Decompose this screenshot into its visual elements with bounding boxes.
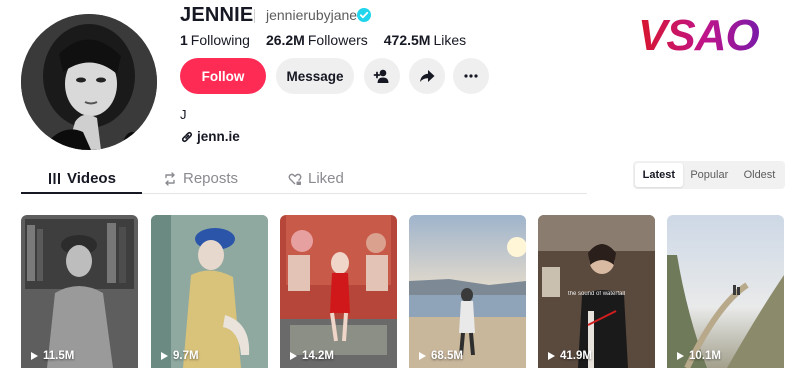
view-count: 11.5M [31,350,74,362]
message-button[interactable]: Message [276,58,354,94]
play-icon [31,352,38,360]
profile-username: JENNIE [180,4,254,26]
tab-reposts[interactable]: Reposts [163,170,238,187]
followers-label: Followers [307,32,368,48]
handle-divider [254,9,255,23]
active-tab-indicator [21,192,142,194]
profile-avatar[interactable] [21,14,157,150]
grid-icon [49,173,60,184]
video-thumbnail-image [667,215,784,368]
view-count-text: 9.7M [173,350,199,362]
tab-reposts-label: Reposts [183,170,239,187]
view-count: 41.9M [548,350,592,362]
video-thumbnail-image [409,215,526,368]
following-stat[interactable]: 1 Following [180,32,250,48]
link-icon [181,131,193,142]
view-count: 10.1M [677,350,721,362]
video-thumbnail[interactable]: 14.2M [280,215,397,368]
view-count-text: 68.5M [431,350,463,362]
suggested-accounts-button[interactable] [364,58,400,94]
play-icon [677,352,684,360]
view-count: 14.2M [290,350,334,362]
view-count-text: 10.1M [689,350,721,362]
play-icon [419,352,426,360]
verified-badge-icon [357,8,371,22]
tab-videos-label: Videos [67,170,116,187]
tab-videos[interactable]: Videos [48,170,116,187]
repost-icon [165,171,175,186]
tab-liked-label: Liked [308,170,344,187]
video-thumbnail-image [280,215,397,368]
profile-tabs: Videos Reposts Liked [21,164,587,194]
sort-latest[interactable]: Latest [635,163,683,187]
profile-bio: J [180,107,187,122]
likes-count: 472.5M [383,32,431,48]
video-thumbnail[interactable]: 11.5M [21,215,138,368]
video-thumbnail[interactable]: 68.5M [409,215,526,368]
add-user-icon [373,69,389,83]
followers-stat[interactable]: 26.2M Followers [266,32,368,48]
profile-link-text: jenn.ie [197,129,240,144]
watermark-text: VSAO [638,11,759,58]
video-thumbnail[interactable]: 10.1M [667,215,784,368]
heart-lock-icon [288,173,302,185]
video-thumbnail-image [151,215,268,368]
video-thumbnail-image [21,215,138,368]
tab-liked[interactable]: Liked [288,170,344,187]
followers-count: 26.2M [265,32,305,48]
vsao-watermark-logo: VSAO [638,11,760,58]
profile-link[interactable]: jenn.ie [180,129,240,144]
video-caption: the sound of waterfall [568,291,626,297]
follow-button[interactable]: Follow [180,58,266,94]
play-icon [161,352,168,360]
profile-handle: jennierubyjane [266,7,358,23]
share-icon [420,70,435,82]
video-sort-switch: Latest Popular Oldest [633,161,785,189]
play-icon [290,352,297,360]
sort-oldest[interactable]: Oldest [736,163,783,187]
view-count: 9.7M [161,350,199,362]
more-options-button[interactable] [453,58,489,94]
profile-stats: 1 Following 26.2M Followers 472.5M Likes [180,32,466,48]
video-thumbnail[interactable]: 9.7M [151,215,268,368]
view-count-text: 41.9M [560,350,592,362]
view-count-text: 14.2M [302,350,334,362]
following-count: 1 [180,32,188,48]
likes-stat: 472.5M Likes [384,32,466,48]
sort-popular[interactable]: Popular [683,163,736,187]
view-count-text: 11.5M [43,350,75,362]
following-label: Following [190,32,250,48]
video-thumbnail[interactable]: the sound of waterfall 41.9M [538,215,655,368]
more-icon [464,74,478,78]
play-icon [548,352,555,360]
share-button[interactable] [409,58,445,94]
likes-label: Likes [433,32,467,48]
view-count: 68.5M [419,350,463,362]
